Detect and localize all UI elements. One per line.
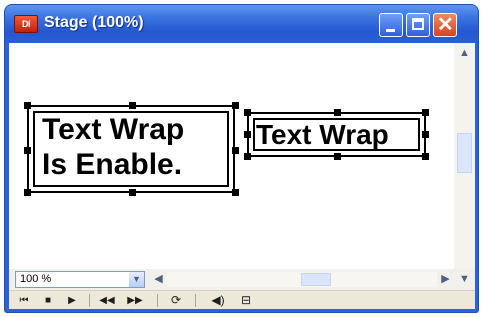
vertical-scrollbar[interactable]: ▲ xyxy=(454,43,475,269)
title-bar[interactable]: Dl Stage (100%) ✕ xyxy=(5,5,478,43)
resize-handle[interactable] xyxy=(232,147,239,154)
zoom-select[interactable]: 100 % ▼ xyxy=(15,271,145,288)
close-button[interactable]: ✕ xyxy=(433,13,457,37)
maximize-button[interactable] xyxy=(406,13,430,37)
chevron-down-icon[interactable]: ▼ xyxy=(456,271,473,288)
vertical-scroll-thumb[interactable] xyxy=(457,133,472,173)
frame-counter-icon[interactable]: ⊟ xyxy=(235,293,257,308)
minimize-button[interactable] xyxy=(379,13,403,37)
text-sprite-wrapped[interactable]: Text Wrap Is Enable. xyxy=(24,102,239,196)
stage-status-bar: 100 % ▼ ◀ ▶ ▼ xyxy=(9,269,475,290)
window-title: Stage (100%) xyxy=(44,14,144,31)
toolbar-divider xyxy=(89,294,90,307)
resize-handle[interactable] xyxy=(244,131,251,138)
resize-handle[interactable] xyxy=(129,102,136,109)
chevron-down-icon[interactable]: ▼ xyxy=(129,272,144,287)
text-sprite-line: Is Enable. xyxy=(42,148,183,181)
playback-controls: ⏮ ■ ▶ ◀◀ ▶▶ ⟳ ◀) ⊟ xyxy=(9,290,475,309)
resize-handle[interactable] xyxy=(232,102,239,109)
resize-handle[interactable] xyxy=(244,109,251,116)
minimize-icon xyxy=(386,29,395,32)
chevron-right-icon[interactable]: ▶ xyxy=(437,271,454,288)
chevron-left-icon[interactable]: ◀ xyxy=(150,271,167,288)
loop-icon[interactable]: ⟳ xyxy=(167,293,185,308)
resize-handle[interactable] xyxy=(24,189,31,196)
text-sprite-nowrap[interactable]: Text Wrap xyxy=(244,109,429,160)
resize-handle[interactable] xyxy=(129,189,136,196)
resize-handle[interactable] xyxy=(334,109,341,116)
volume-icon[interactable]: ◀) xyxy=(205,293,231,308)
resize-handle[interactable] xyxy=(422,109,429,116)
resize-handle[interactable] xyxy=(422,153,429,160)
window-client-area: Text Wrap Is Enable. Text Wrap ▲ 100 % ▼… xyxy=(9,43,475,309)
close-icon: ✕ xyxy=(437,14,454,36)
toolbar-divider xyxy=(157,294,158,307)
zoom-value: 100 % xyxy=(20,273,52,285)
text-sprite-line: Text Wrap xyxy=(42,113,185,146)
stage-window: Dl Stage (100%) ✕ Text Wrap Is Enable. T… xyxy=(4,4,479,313)
toolbar-divider xyxy=(195,294,196,307)
stop-icon[interactable]: ■ xyxy=(41,293,55,308)
chevron-up-icon[interactable]: ▲ xyxy=(456,45,473,62)
maximize-icon xyxy=(412,18,424,30)
resize-handle[interactable] xyxy=(232,189,239,196)
step-forward-icon[interactable]: ▶▶ xyxy=(127,293,143,308)
resize-handle[interactable] xyxy=(24,102,31,109)
text-sprite-line: Text Wrap xyxy=(256,119,389,150)
rewind-icon[interactable]: ⏮ xyxy=(17,293,31,308)
resize-handle[interactable] xyxy=(334,153,341,160)
stage-canvas[interactable]: Text Wrap Is Enable. Text Wrap xyxy=(9,43,454,269)
director-icon: Dl xyxy=(14,15,38,33)
play-icon[interactable]: ▶ xyxy=(65,293,79,308)
resize-handle[interactable] xyxy=(244,153,251,160)
resize-handle[interactable] xyxy=(24,147,31,154)
resize-handle[interactable] xyxy=(422,131,429,138)
horizontal-scroll-thumb[interactable] xyxy=(301,273,331,286)
step-back-icon[interactable]: ◀◀ xyxy=(99,293,115,308)
